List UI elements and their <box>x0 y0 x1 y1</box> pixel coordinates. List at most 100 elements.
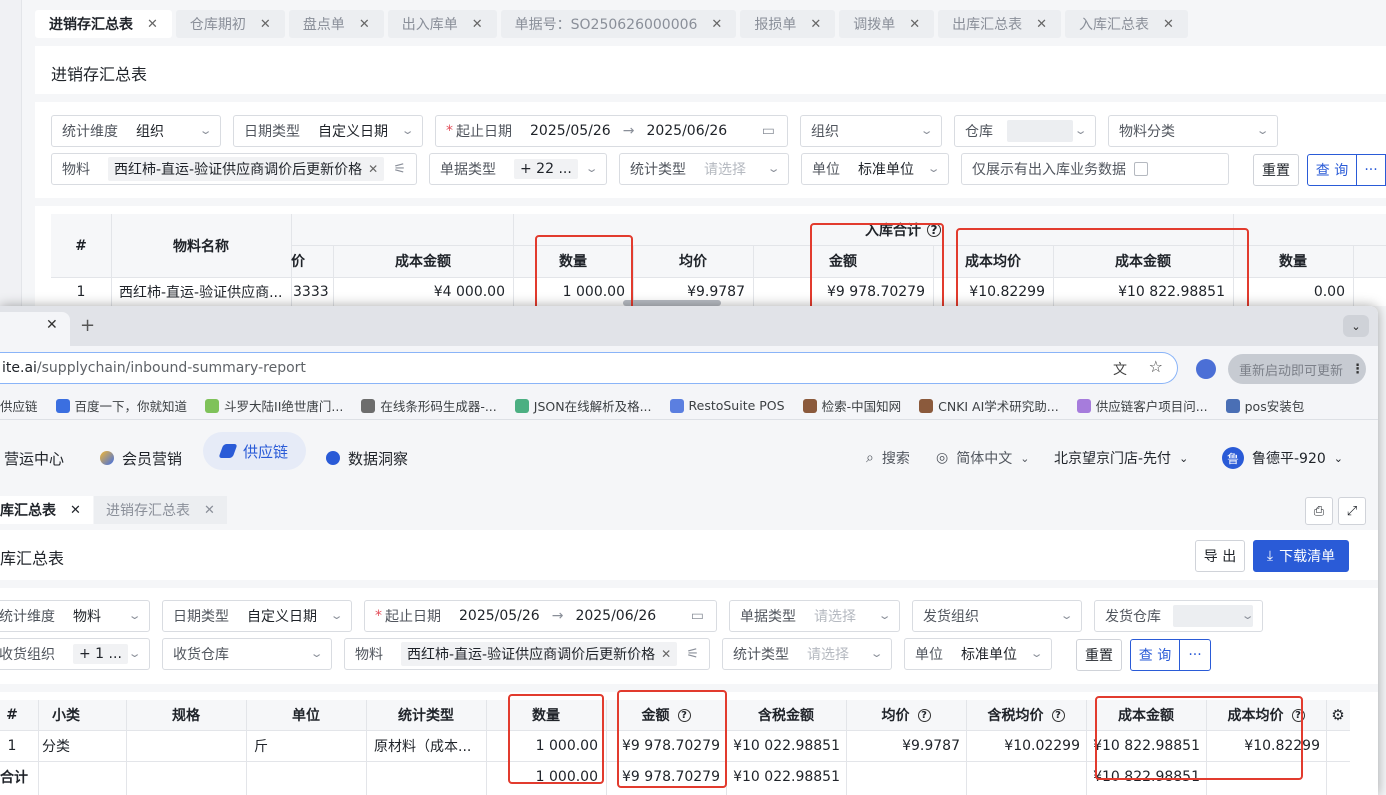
column-settings-icon[interactable]: ⚙ <box>1326 700 1350 730</box>
warehouse-select[interactable]: 仓库 ⌄ <box>954 115 1096 147</box>
help-icon[interactable]: ? <box>917 708 931 722</box>
bookmark-item[interactable]: 供应链 <box>0 396 38 415</box>
only-business-data-toggle[interactable]: 仅展示有出入库业务数据 <box>961 153 1229 185</box>
send-warehouse-select[interactable]: 发货仓库 ⌄ <box>1094 600 1263 632</box>
download-list-button[interactable]: ⤓ 下载清单 <box>1253 540 1349 572</box>
checkbox[interactable] <box>1134 162 1148 176</box>
fullscreen-icon[interactable]: ⤢ <box>1338 497 1366 525</box>
help-icon[interactable]: ? <box>677 708 691 722</box>
col-amount: 金额? <box>606 700 726 730</box>
back-tab-inbound-summary[interactable]: 入库汇总表 ✕ <box>1065 10 1188 38</box>
star-icon[interactable]: ☆ <box>1149 357 1163 376</box>
new-tab-button[interactable]: + <box>80 315 95 336</box>
material-select[interactable]: 物料 西红柿-直运-验证供应商调价后更新价格 ✕ ⚟ <box>51 153 417 185</box>
unit-select[interactable]: 单位 标准单位 ⌄ <box>801 153 949 185</box>
bookmark-item[interactable]: 检索-中国知网 <box>802 396 901 415</box>
user-menu[interactable]: 鲁鲁德平-920 ⌄ <box>1222 439 1343 477</box>
nav-data-insight[interactable]: 数据洞察 <box>326 439 408 477</box>
bookmark-item[interactable]: pos安装包 <box>1225 396 1304 415</box>
back-tab-inventory-summary[interactable]: 进销存汇总表 ✕ <box>35 10 172 38</box>
help-icon[interactable]: ? <box>1291 708 1305 722</box>
close-icon[interactable]: ✕ <box>810 17 821 32</box>
back-tab-doc-number[interactable]: 单据号：SO250626000006 ✕ <box>500 10 737 38</box>
extension-icon[interactable] <box>1196 359 1216 379</box>
close-icon[interactable]: ✕ <box>661 647 671 661</box>
filter-settings-icon[interactable]: ⚟ <box>393 161 406 177</box>
back-tab-warehouse-opening[interactable]: 仓库期初 ✕ <box>175 10 285 38</box>
recv-warehouse-select[interactable]: 收货仓库 ⌄ <box>162 638 332 670</box>
close-icon[interactable]: ✕ <box>204 503 215 518</box>
query-button[interactable]: 查 询 <box>1130 639 1180 671</box>
date-type-select[interactable]: 日期类型 自定义日期 ⌄ <box>233 115 423 147</box>
back-tab-stocktake[interactable]: 盘点单 ✕ <box>288 10 384 38</box>
org-select[interactable]: 组织 ⌄ <box>800 115 942 147</box>
reset-button[interactable]: 重置 <box>1253 154 1299 186</box>
print-icon[interactable]: ⎙ <box>1305 497 1333 525</box>
bookmark-item[interactable]: 供应链客户项目问... <box>1076 396 1208 415</box>
close-icon[interactable]: ✕ <box>711 17 722 32</box>
bookmark-item[interactable]: JSON在线解析及格... <box>514 396 652 415</box>
export-button[interactable]: 导 出 <box>1195 540 1245 572</box>
category-select[interactable]: 物料分类 ⌄ <box>1108 115 1278 147</box>
language-select[interactable]: ◎ 简体中文 ⌄ <box>936 439 1029 477</box>
close-icon[interactable]: ✕ <box>46 317 58 333</box>
dimension-select[interactable]: 统计维度 物料 ⌄ <box>0 600 150 632</box>
nav-ops-center[interactable]: 营运中心 <box>4 439 64 477</box>
back-tab-transfer[interactable]: 调拨单 ✕ <box>839 10 935 38</box>
row-tax-amount: ¥10 022.98851 <box>733 737 840 754</box>
restart-update-button[interactable]: 重新启动即可更新 ⋮ <box>1228 354 1366 384</box>
help-icon[interactable]: ? <box>1051 708 1065 722</box>
close-icon[interactable]: ✕ <box>359 17 370 32</box>
row-amount: ¥9 978.70279 <box>622 737 720 754</box>
back-tab-loss[interactable]: 报损单 ✕ <box>740 10 836 38</box>
nav-supply-chain[interactable]: 供应链 <box>203 432 307 470</box>
close-icon[interactable]: ✕ <box>472 17 483 32</box>
close-icon[interactable]: ✕ <box>1163 17 1174 32</box>
unit-select[interactable]: 单位 标准单位 ⌄ <box>904 638 1052 670</box>
send-org-select[interactable]: 发货组织 ⌄ <box>912 600 1082 632</box>
tab-search-chevron-icon[interactable]: ⌄ <box>1343 315 1369 337</box>
bookmark-item[interactable]: 斗罗大陆II绝世唐门... <box>205 396 343 415</box>
bookmark-item[interactable]: 在线条形码生成器-... <box>361 396 497 415</box>
close-icon[interactable]: ✕ <box>368 162 378 176</box>
doc-type-select[interactable]: 单据类型 + 22 ... ⌄ <box>429 153 607 185</box>
stat-type-select[interactable]: 统计类型 请选择 ⌄ <box>722 638 892 670</box>
content-tab-inventory-summary[interactable]: 进销存汇总表 ✕ <box>94 496 227 524</box>
query-button[interactable]: 查 询 <box>1307 154 1357 186</box>
close-icon[interactable]: ✕ <box>147 17 158 32</box>
date-type-select[interactable]: 日期类型 自定义日期 ⌄ <box>162 600 352 632</box>
reset-button[interactable]: 重置 <box>1076 639 1122 671</box>
help-icon[interactable]: ? <box>927 222 941 237</box>
global-search[interactable]: ⌕ 搜索 <box>866 439 910 477</box>
bookmark-item[interactable]: 百度一下，你就知道 <box>55 396 187 415</box>
store-select[interactable]: 北京望京门店-先付 ⌄ <box>1054 439 1188 477</box>
filter-settings-icon[interactable]: ⚟ <box>686 646 699 662</box>
stat-type-select[interactable]: 统计类型 请选择 ⌄ <box>619 153 789 185</box>
material-select[interactable]: 物料 西红柿-直运-验证供应商调价后更新价格 ✕ ⚟ <box>344 638 710 670</box>
date-range-picker[interactable]: * 起止日期 2025/05/26 → 2025/06/26 ▭ <box>364 600 717 632</box>
address-bar[interactable]: ite.ai/supplychain/inbound-summary-repor… <box>0 352 1178 384</box>
total-amount: ¥9 978.70279 <box>622 768 720 785</box>
date-range-picker[interactable]: * 起止日期 2025/05/26 → 2025/06/26 ▭ <box>435 115 788 147</box>
kebab-menu-icon[interactable]: ⋮ <box>1351 362 1364 377</box>
bookmark-item[interactable]: RestoSuite POS <box>669 398 785 413</box>
more-button[interactable]: ··· <box>1179 639 1211 671</box>
browser-tab[interactable] <box>0 312 70 346</box>
chevron-down-icon: ⌄ <box>400 124 415 137</box>
close-icon[interactable]: ✕ <box>1036 17 1047 32</box>
doc-type-select[interactable]: 单据类型 请选择 ⌄ <box>729 600 900 632</box>
close-icon[interactable]: ✕ <box>260 17 271 32</box>
row-material-name[interactable]: 西红柿-直运-验证供应商... <box>119 277 289 306</box>
dimension-select[interactable]: 统计维度 组织 ⌄ <box>51 115 221 147</box>
close-icon[interactable]: ✕ <box>909 17 920 32</box>
bookmark-item[interactable]: CNKI AI学术研究助... <box>919 396 1059 415</box>
close-icon[interactable]: ✕ <box>70 503 81 518</box>
recv-org-select[interactable]: 收货组织 + 1 ... ⌄ <box>0 638 150 670</box>
content-tab-inbound-summary[interactable]: 库汇总表 ✕ <box>0 496 93 524</box>
more-button[interactable]: ··· <box>1356 154 1386 186</box>
back-tab-inout-doc[interactable]: 出入库单 ✕ <box>387 10 497 38</box>
translate-icon[interactable]: 文 <box>1113 359 1127 379</box>
back-tab-outbound-summary[interactable]: 出库汇总表 ✕ <box>938 10 1062 38</box>
nav-member-marketing[interactable]: 会员营销 <box>100 439 182 477</box>
row-unit: 斤 <box>254 738 268 755</box>
